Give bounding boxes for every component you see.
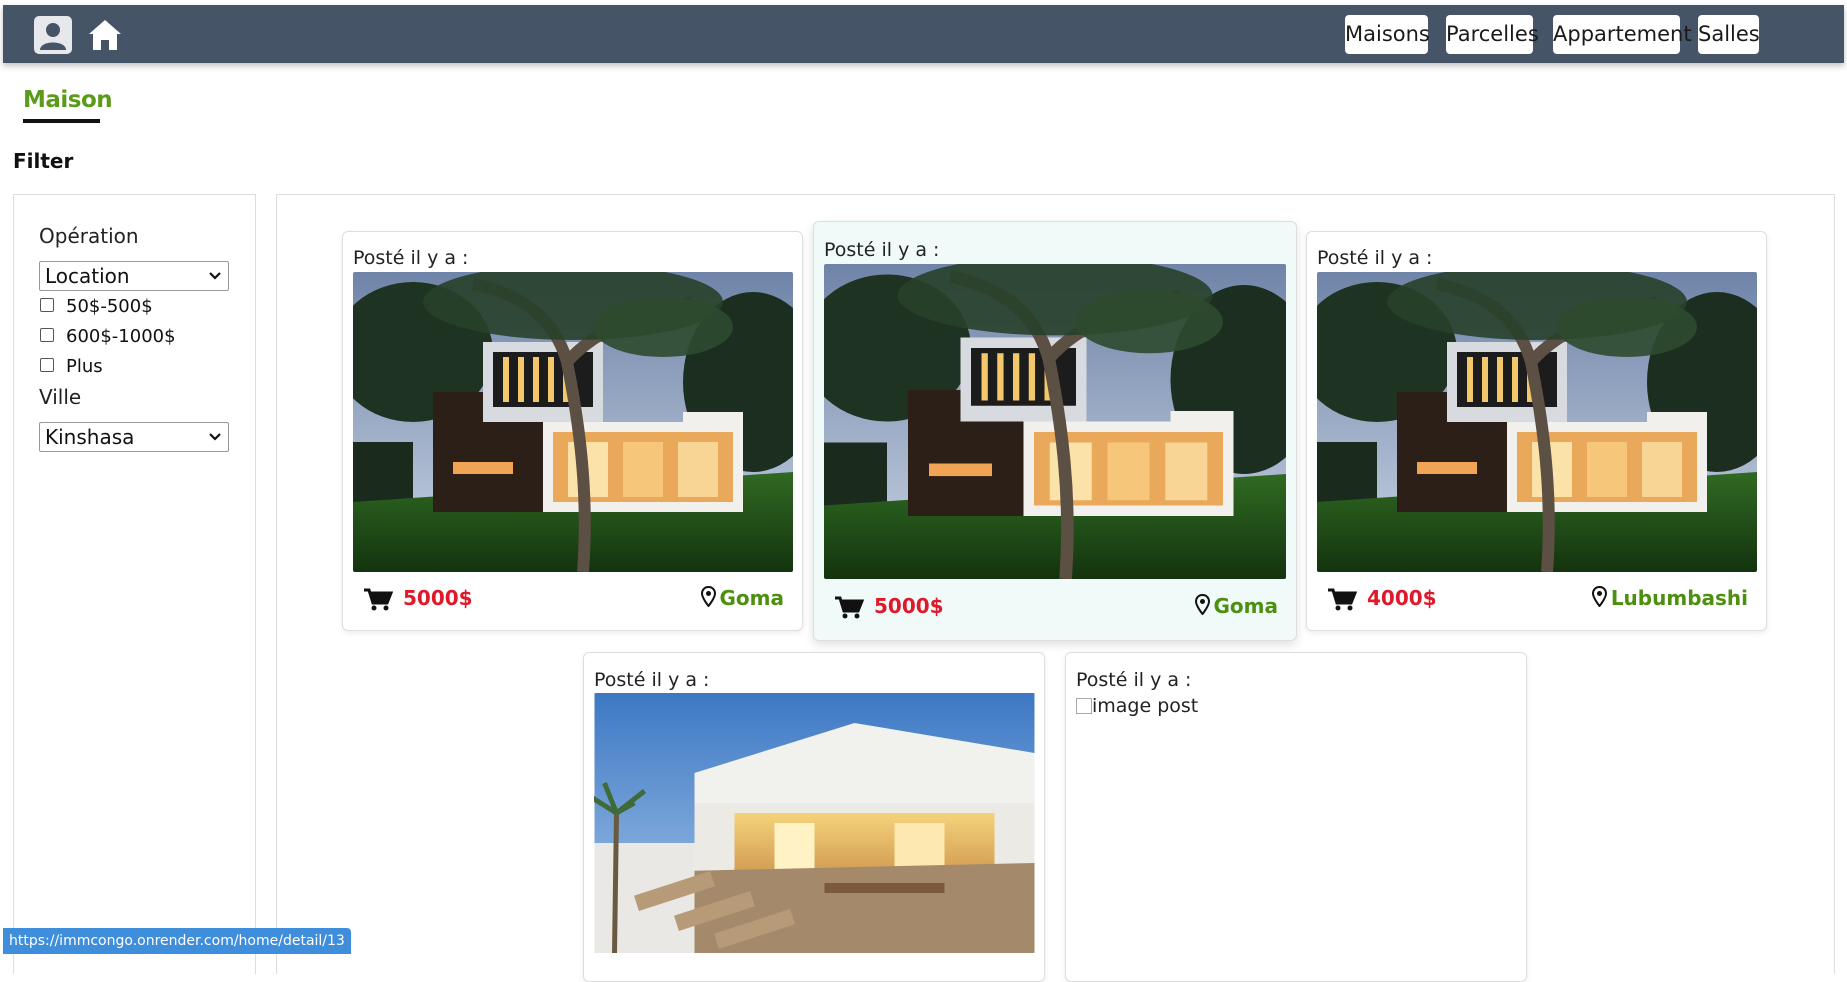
listing-price: 4000$ [1367, 586, 1437, 610]
location-pin-icon [1194, 594, 1210, 615]
listing-image[interactable] [1317, 272, 1757, 572]
chevron-down-icon [209, 433, 221, 441]
listing-location: Lubumbashi [1591, 586, 1748, 610]
listing-image[interactable] [594, 693, 1035, 953]
checkbox-icon[interactable] [40, 298, 54, 312]
chevron-down-icon [209, 272, 221, 280]
operation-select[interactable]: Location [39, 261, 229, 291]
listing-price: 5000$ [874, 594, 944, 618]
page-title: Maison [23, 87, 113, 113]
listing-city: Goma [1213, 594, 1279, 618]
cart-icon [364, 588, 393, 611]
listing-footer: 5000$ Goma [343, 584, 802, 614]
location-pin-icon [700, 586, 716, 607]
listing-card[interactable]: Posté il y a : 5000$ Goma [342, 231, 803, 631]
nav-maisons-button[interactable]: Maisons [1345, 15, 1430, 54]
nav-parcelles-button[interactable]: Parcelles [1446, 15, 1539, 54]
posted-label: Posté il y a : [1076, 669, 1192, 691]
price-range-label: 50$-500$ [66, 296, 153, 317]
ville-label: Ville [39, 385, 82, 409]
user-icon[interactable] [33, 15, 73, 55]
price-range-checkbox[interactable]: Plus [40, 356, 103, 378]
status-bar-url: https://immcongo.onrender.com/home/detai… [3, 928, 351, 954]
posted-label: Posté il y a : [824, 239, 940, 261]
price-range-label: Plus [66, 356, 103, 377]
price-range-checkbox[interactable]: 600$-1000$ [40, 326, 176, 348]
price-range-checkbox[interactable]: 50$-500$ [40, 296, 153, 318]
listing-location: Goma [700, 586, 785, 610]
operation-select-value: Location [45, 264, 130, 288]
cart-icon [1328, 588, 1357, 611]
nav-salles-button[interactable]: Salles [1698, 15, 1760, 54]
posted-label: Posté il y a : [1317, 247, 1433, 269]
listing-image[interactable] [353, 272, 793, 572]
ville-select-value: Kinshasa [45, 425, 135, 449]
listing-card[interactable]: Posté il y a : image post [1065, 652, 1527, 982]
broken-image[interactable]: image post [1076, 695, 1198, 717]
listing-footer: 5000$ Goma [814, 592, 1296, 622]
listing-footer: 4000$ Lubumbashi [1307, 584, 1766, 614]
price-range-label: 600$-1000$ [66, 326, 176, 347]
nav-appartement-button[interactable]: Appartement [1553, 15, 1692, 54]
filter-sidebar: Opération Location 50$-500$ 600$-1000$ P… [13, 194, 256, 974]
listing-location: Goma [1194, 594, 1279, 618]
posted-label: Posté il y a : [594, 669, 710, 691]
listing-image[interactable] [824, 264, 1286, 579]
home-icon[interactable] [87, 17, 123, 53]
top-navbar: Maisons Parcelles Appartement Salles [3, 5, 1844, 63]
listing-card[interactable]: Posté il y a : 4000$ Lubumbashi [1306, 231, 1767, 631]
ville-select[interactable]: Kinshasa [39, 422, 229, 452]
checkbox-icon[interactable] [40, 358, 54, 372]
listing-card[interactable]: Posté il y a : 5000$ Goma [813, 221, 1297, 641]
listing-price: 5000$ [403, 586, 473, 610]
image-alt-text: image post [1092, 695, 1199, 717]
cart-icon [835, 596, 864, 619]
broken-image-icon [1076, 698, 1092, 714]
posted-label: Posté il y a : [353, 247, 469, 269]
listing-city: Lubumbashi [1610, 586, 1748, 610]
filter-heading: Filter [13, 149, 74, 173]
location-pin-icon [1591, 586, 1607, 607]
listing-card[interactable]: Posté il y a : [583, 652, 1045, 982]
operation-label: Opération [39, 224, 139, 248]
listing-city: Goma [719, 586, 785, 610]
checkbox-icon[interactable] [40, 328, 54, 342]
title-underline [23, 119, 100, 123]
